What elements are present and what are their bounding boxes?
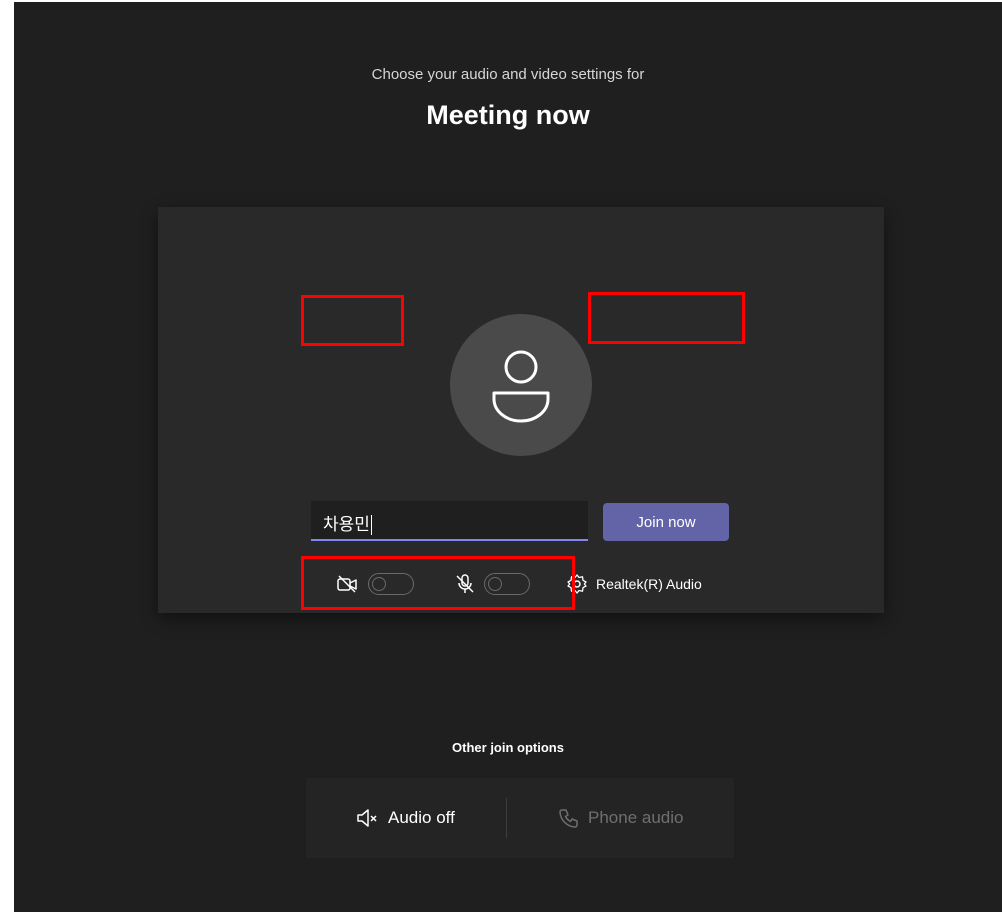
camera-toggle[interactable] xyxy=(368,573,414,595)
audio-device-button[interactable]: Realtek(R) Audio xyxy=(596,576,702,592)
phone-audio-label: Phone audio xyxy=(588,808,684,827)
camera-off-icon xyxy=(337,575,357,593)
device-controls: Realtek(R) Audio xyxy=(158,569,884,599)
join-now-button[interactable]: Join now xyxy=(603,503,729,541)
other-join-options-panel: Audio off Phone audio xyxy=(306,778,734,858)
display-name-input[interactable]: 차용민 xyxy=(311,501,588,541)
mic-toggle[interactable] xyxy=(484,573,530,595)
meeting-prejoin-screen: Choose your audio and video settings for… xyxy=(14,2,1002,912)
speaker-muted-icon xyxy=(357,809,377,827)
person-icon xyxy=(492,350,550,423)
prejoin-subtitle: Choose your audio and video settings for xyxy=(371,66,645,83)
avatar xyxy=(450,314,592,456)
display-name-value: 차용민 xyxy=(323,515,370,535)
gear-icon[interactable] xyxy=(566,573,588,595)
options-divider xyxy=(506,798,507,838)
audio-off-label: Audio off xyxy=(388,808,455,827)
phone-icon xyxy=(559,809,578,828)
phone-audio-option[interactable]: Phone audio xyxy=(558,778,683,858)
camera-toggle-knob xyxy=(372,577,386,591)
text-caret xyxy=(370,515,372,535)
audio-off-option[interactable]: Audio off xyxy=(356,778,455,858)
mic-toggle-knob xyxy=(488,577,502,591)
meeting-title: Meeting now xyxy=(426,100,590,130)
mic-off-icon xyxy=(456,574,474,593)
video-preview-card: 차용민 Join now Realtek(R) Audio xyxy=(158,207,884,613)
other-join-options-title: Other join options xyxy=(452,740,564,755)
